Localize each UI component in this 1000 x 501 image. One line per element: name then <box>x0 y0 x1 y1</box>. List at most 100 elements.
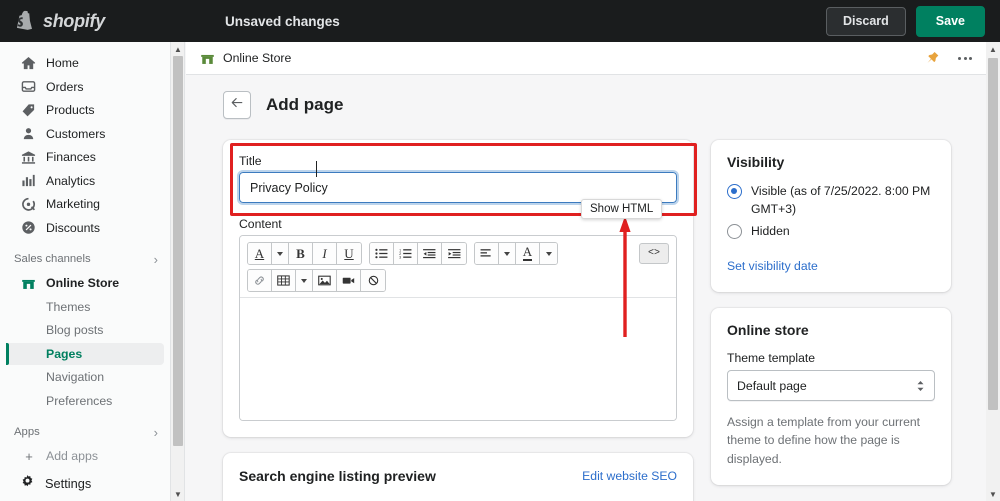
page-header: Add page <box>186 91 986 119</box>
online-store-card: Online store Theme template Default page… <box>711 308 951 485</box>
sidebar-scroll-thumb[interactable] <box>173 56 183 446</box>
visibility-option-hidden[interactable]: Hidden <box>727 223 935 241</box>
visibility-visible-label: Visible (as of 7/25/2022. 8:00 PM GMT+3) <box>751 184 931 216</box>
editor-content-area[interactable] <box>240 298 676 420</box>
discounts-icon <box>20 220 36 236</box>
sidebar-item-products[interactable]: Products <box>6 99 164 122</box>
outdent-button[interactable] <box>418 243 442 264</box>
text-color-button[interactable]: A <box>516 243 540 264</box>
more-horizontal-icon[interactable] <box>956 53 974 64</box>
sidebar-item-customers[interactable]: Customers <box>6 123 164 146</box>
sidebar-item-themes[interactable]: Themes <box>6 296 164 319</box>
sidebar-item-add-apps[interactable]: + Add apps <box>6 445 164 467</box>
sidebar-item-orders[interactable]: Orders <box>6 76 164 99</box>
sidebar-item-analytics[interactable]: Analytics <box>6 170 164 193</box>
sidebar-section-label: Sales channels <box>14 253 91 265</box>
content-editor: A B I U 1 2 3 A <> <box>239 235 677 421</box>
sidebar-item-pages[interactable]: Pages <box>6 342 164 365</box>
save-button[interactable]: Save <box>915 5 985 37</box>
shopify-logo[interactable]: shopify <box>0 10 170 32</box>
visibility-card: Visibility Visible (as of 7/25/2022. 8:0… <box>711 140 951 293</box>
sidebar-item-settings[interactable]: Settings <box>6 471 164 495</box>
sidebar-item-label: Themes <box>46 299 91 314</box>
visibility-option-visible[interactable]: Visible (as of 7/25/2022. 8:00 PM GMT+3) <box>727 183 935 218</box>
orders-icon <box>20 79 36 95</box>
right-column: Visibility Visible (as of 7/25/2022. 8:0… <box>711 140 951 501</box>
products-tag-icon <box>20 102 36 118</box>
sidebar-scrollbar[interactable]: ▲ ▼ <box>171 42 185 501</box>
sidebar-item-navigation[interactable]: Navigation <box>6 366 164 389</box>
main-scrollbar[interactable]: ▲ ▼ <box>986 42 1000 501</box>
chevron-down-icon <box>545 251 552 256</box>
analytics-bars-icon <box>20 173 36 189</box>
sidebar-item-discounts[interactable]: Discounts <box>6 217 164 240</box>
insert-table-dropdown-button[interactable] <box>296 270 313 291</box>
online-store-heading: Online store <box>727 322 809 339</box>
seo-title: Search engine listing preview <box>239 468 436 484</box>
numbered-list-button[interactable]: 123 <box>394 243 418 264</box>
page-title: Add page <box>266 95 344 114</box>
text-caret <box>316 161 317 177</box>
scroll-up-arrow-icon[interactable]: ▲ <box>171 42 185 56</box>
gear-icon <box>20 474 35 492</box>
finances-bank-icon <box>20 149 36 165</box>
clear-formatting-button[interactable] <box>361 270 385 291</box>
align-dropdown-button[interactable] <box>499 243 516 264</box>
font-color-button[interactable]: A <box>248 243 272 264</box>
bulleted-list-button[interactable] <box>370 243 394 264</box>
align-left-button[interactable] <box>475 243 499 264</box>
indent-button[interactable] <box>442 243 466 264</box>
insert-table-button[interactable] <box>272 270 296 291</box>
scroll-up-arrow-icon[interactable]: ▲ <box>986 42 1000 56</box>
insert-link-button[interactable] <box>248 270 272 291</box>
show-html-tooltip: Show HTML <box>581 199 663 219</box>
insert-image-button[interactable] <box>313 270 337 291</box>
set-visibility-date-link[interactable]: Set visibility date <box>727 259 818 273</box>
show-html-button[interactable]: <> <box>639 243 669 264</box>
sidebar-item-label: Analytics <box>46 173 96 188</box>
sidebar-item-online-store[interactable]: Online Store <box>6 272 164 295</box>
sidebar-item-blog-posts[interactable]: Blog posts <box>6 319 164 342</box>
scroll-down-arrow-icon[interactable]: ▼ <box>986 487 1000 501</box>
editor-toolbar: A B I U 1 2 3 A <> <box>240 236 676 298</box>
theme-template-label: Theme template <box>727 351 816 366</box>
back-button[interactable] <box>223 91 251 119</box>
bold-button[interactable]: B <box>289 243 313 264</box>
font-color-dropdown-button[interactable] <box>272 243 289 264</box>
italic-button[interactable]: I <box>313 243 337 264</box>
page-columns: Title Content A B I <box>186 140 986 501</box>
arrow-left-icon <box>230 96 244 115</box>
font-format-group: A B I U <box>247 242 362 265</box>
radio-visible[interactable] <box>727 184 742 199</box>
marketing-icon <box>20 196 36 212</box>
sidebar-item-preferences[interactable]: Preferences <box>6 390 164 413</box>
sidebar-section-sales-channels[interactable]: Sales channels › <box>0 248 170 270</box>
scroll-down-arrow-icon[interactable]: ▼ <box>171 487 185 501</box>
sidebar-item-marketing[interactable]: Marketing <box>6 193 164 216</box>
seo-header: Search engine listing preview Edit websi… <box>239 468 677 484</box>
sidebar-section-label: Apps <box>14 426 40 438</box>
insert-video-button[interactable] <box>337 270 361 291</box>
context-store-name: Online Store <box>223 51 292 65</box>
sidebar-item-label: Orders <box>46 79 84 94</box>
sidebar-item-finances[interactable]: Finances <box>6 146 164 169</box>
chevron-right-icon: › <box>153 424 158 440</box>
main-scroll-thumb[interactable] <box>988 58 998 410</box>
theme-template-select[interactable]: Default page <box>727 370 935 402</box>
editor-toolbar-row-1: A B I U 1 2 3 A <> <box>247 242 669 265</box>
context-bar-actions <box>926 51 974 65</box>
sidebar-item-label: Blog posts <box>46 323 104 338</box>
sidebar-section-apps[interactable]: Apps › <box>0 421 170 443</box>
radio-hidden[interactable] <box>727 224 742 240</box>
annotation-arrow-icon <box>619 215 631 337</box>
underline-button[interactable]: U <box>337 243 361 264</box>
text-color-dropdown-button[interactable] <box>540 243 557 264</box>
discard-button[interactable]: Discard <box>825 6 906 36</box>
edit-website-seo-link[interactable]: Edit website SEO <box>582 469 677 483</box>
pin-icon[interactable] <box>926 51 940 65</box>
sidebar-item-label: Finances <box>46 150 96 165</box>
sidebar-item-home[interactable]: Home <box>6 52 164 75</box>
online-store-icon <box>200 51 215 66</box>
sidebar-item-label: Marketing <box>46 197 100 212</box>
theme-template-help-text: Assign a template from your current them… <box>727 415 921 466</box>
